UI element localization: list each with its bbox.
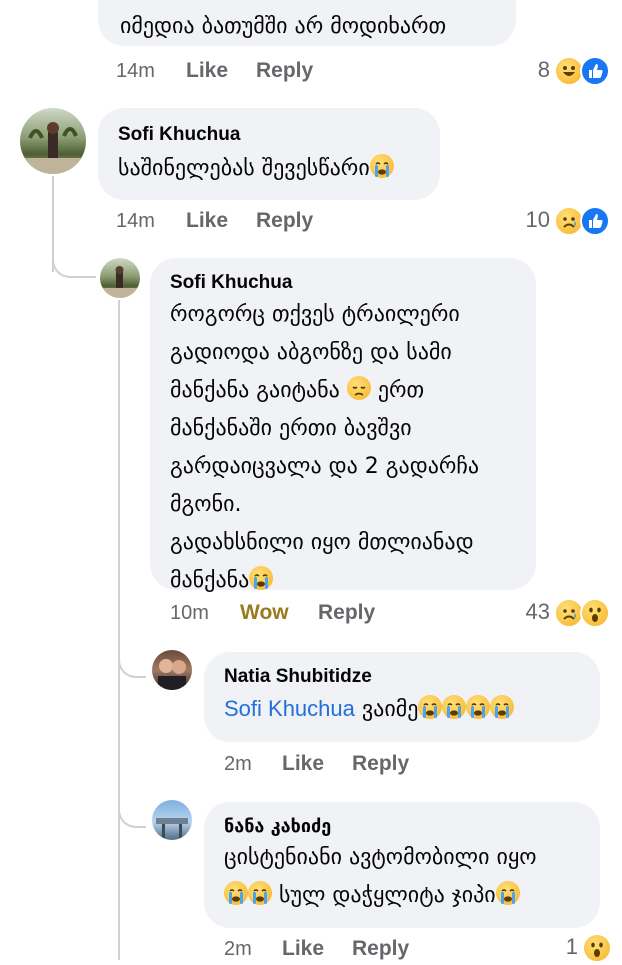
- reply-button[interactable]: Reply: [256, 59, 313, 83]
- like-icon: [580, 206, 610, 236]
- like-button[interactable]: Like: [186, 209, 228, 233]
- reply-button[interactable]: Reply: [352, 752, 409, 776]
- comment-time[interactable]: 14m: [116, 210, 155, 233]
- like-button[interactable]: Like: [282, 937, 324, 961]
- comment-bubble: Sofi Khuchua როგორც თქვეს ტრაილერი გადიო…: [150, 258, 536, 593]
- avatar[interactable]: [20, 108, 86, 174]
- reaction-count[interactable]: 1: [556, 934, 578, 960]
- crying-emoji-icon: [418, 695, 443, 719]
- comment-author[interactable]: Sofi Khuchua: [118, 124, 420, 146]
- avatar[interactable]: [152, 800, 192, 840]
- crying-emoji-icon: [466, 695, 491, 719]
- comment-time[interactable]: 14m: [116, 60, 155, 83]
- comment-text-line: გადახსნილი იყო მთლიანად: [170, 530, 474, 555]
- comment-text: საშინელებას შევესწარი: [118, 150, 420, 188]
- crying-emoji-icon: [369, 154, 394, 178]
- disappointed-emoji-icon: [346, 376, 371, 400]
- comment-author[interactable]: Sofi Khuchua: [170, 272, 518, 294]
- wow-icon: [582, 933, 612, 963]
- crying-emoji-icon: [249, 566, 274, 590]
- crying-emoji-icon: [224, 881, 248, 905]
- avatar[interactable]: [100, 258, 140, 298]
- wow-icon: [580, 598, 610, 628]
- comment-text-line: გადიოდა აბგონზე და სამი: [170, 340, 452, 365]
- comment-text-line: როგორც თქვეს ტრაილერი: [170, 302, 460, 327]
- crying-emoji-icon: [490, 695, 515, 719]
- comment-text-line: მგონი.: [170, 492, 242, 517]
- comment-time[interactable]: 2m: [224, 753, 252, 776]
- thread-connector: [52, 240, 96, 278]
- reply-button[interactable]: Reply: [318, 601, 375, 625]
- comment-bubble: იმედია ბათუმში არ მოდიხართ: [98, 0, 516, 46]
- comment-text: იმედია ბათუმში არ მოდიხართ: [120, 14, 447, 39]
- like-icon: [580, 56, 610, 86]
- thread-connector: [118, 640, 146, 678]
- comment-text-line: გარდაიცვალა და 2 გადარჩა: [170, 454, 480, 479]
- comment-author[interactable]: ნანა კახიძე: [224, 816, 582, 837]
- wow-reaction-button[interactable]: Wow: [240, 601, 289, 625]
- comment-time[interactable]: 10m: [170, 602, 209, 625]
- thread-line-nested: [118, 300, 120, 960]
- comment-text-line: მანქანა: [170, 562, 518, 600]
- comment-time[interactable]: 2m: [224, 938, 252, 961]
- comment-bubble: Natia Shubitidze Sofi Khuchua ვაიმე: [204, 652, 600, 742]
- comment-text-line: მანქანაში ერთი ბავშვი: [170, 416, 412, 441]
- reaction-count[interactable]: 43: [508, 599, 550, 625]
- comment-bubble: Sofi Khuchua საშინელებას შევესწარი: [98, 108, 440, 200]
- crying-emoji-icon: [495, 881, 520, 905]
- reply-button[interactable]: Reply: [352, 937, 409, 961]
- comment-bubble: ნანა კახიძე ცისტენიანი ავტომობილი იყო სუ…: [204, 802, 600, 928]
- comment-author[interactable]: Natia Shubitidze: [224, 666, 582, 688]
- comment-text: Sofi Khuchua ვაიმე: [224, 690, 582, 729]
- like-button[interactable]: Like: [282, 752, 324, 776]
- avatar[interactable]: [152, 650, 192, 690]
- comment-text-line: ცისტენიანი ავტომობილი იყო: [224, 845, 537, 870]
- crying-emoji-icon: [442, 695, 467, 719]
- reply-button[interactable]: Reply: [256, 209, 313, 233]
- crying-emoji-icon: [248, 881, 272, 905]
- thread-connector: [118, 790, 146, 828]
- comment-text-line: სულ დაჭყლიტა ჯიპი: [224, 877, 582, 915]
- comment-text-line: მანქანა გაიტანა ერთ: [170, 376, 425, 403]
- like-button[interactable]: Like: [186, 59, 228, 83]
- reaction-count[interactable]: 10: [516, 207, 550, 233]
- reaction-count[interactable]: 8: [520, 57, 550, 83]
- mention-link[interactable]: Sofi Khuchua: [224, 696, 355, 721]
